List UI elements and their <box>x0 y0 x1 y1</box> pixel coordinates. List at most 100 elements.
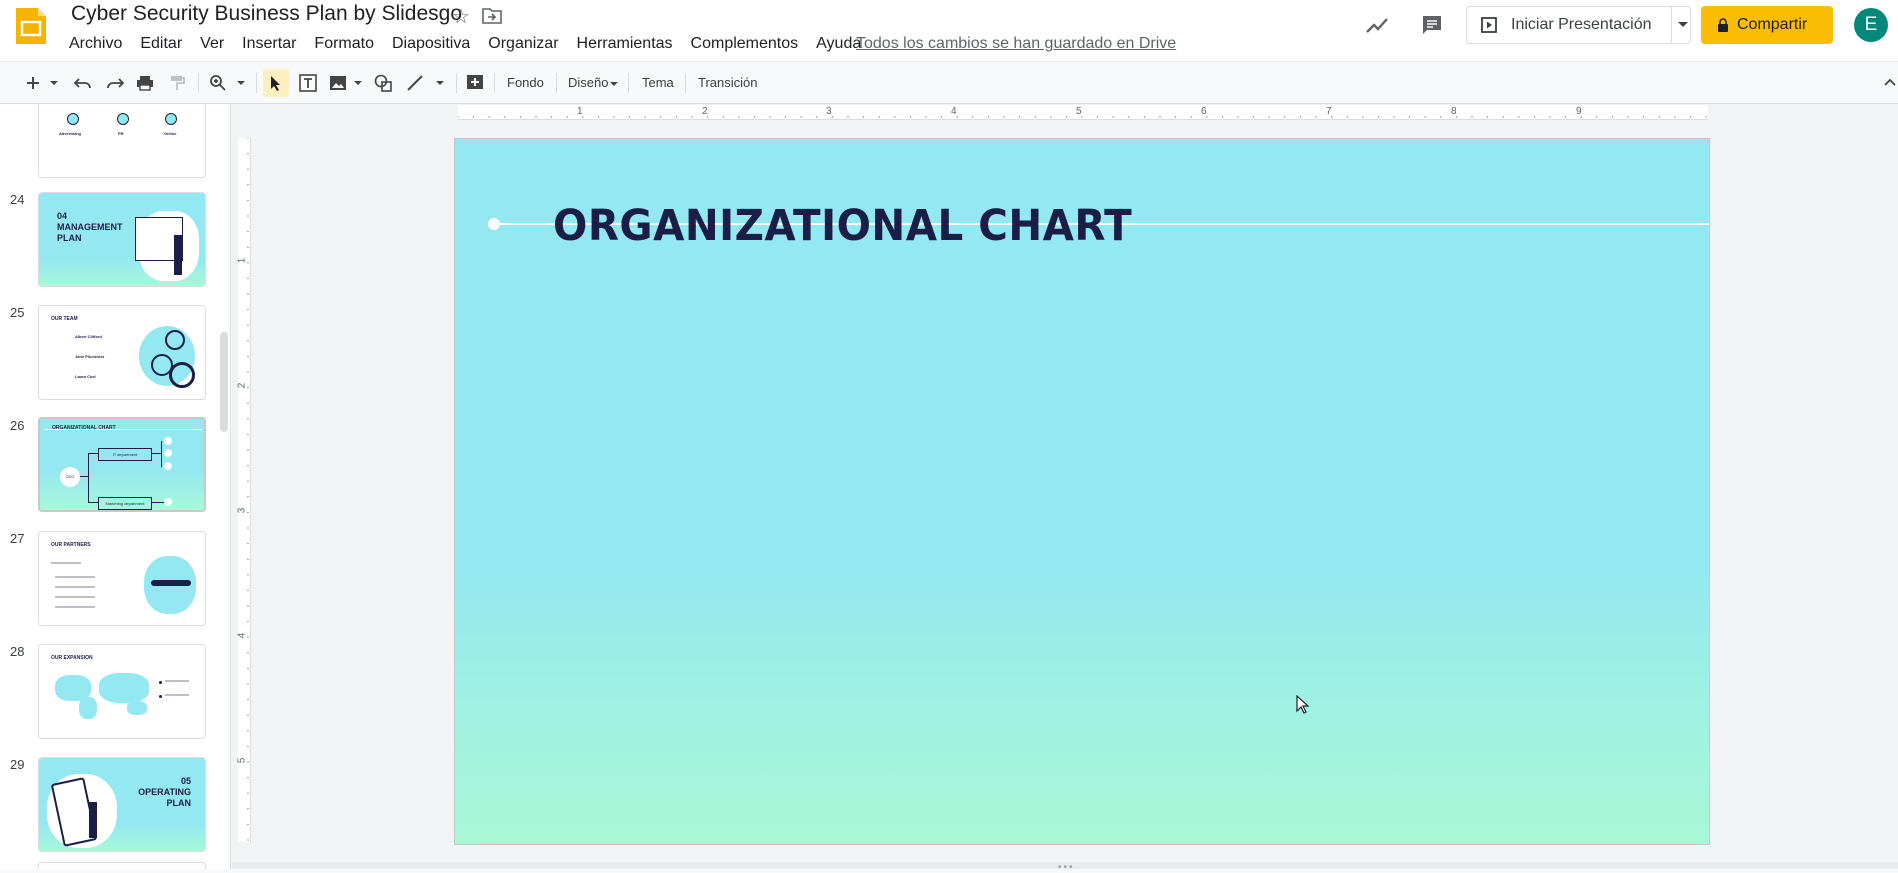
textbox-icon[interactable] <box>297 72 319 94</box>
comment-add-icon[interactable] <box>464 72 486 94</box>
select-tool-button[interactable] <box>263 69 289 97</box>
menu-complementos[interactable]: Complementos <box>682 33 808 55</box>
save-status-link[interactable]: Todos los cambios se han guardado en Dri… <box>856 33 1176 55</box>
lock-icon <box>1718 18 1728 32</box>
line-icon[interactable] <box>404 72 426 94</box>
menu-diapositiva[interactable]: Diapositiva <box>383 33 479 55</box>
slide-thumbnail-24[interactable]: 04 MANAGEMENT PLAN <box>38 192 206 287</box>
toolbar-divider <box>456 73 457 93</box>
star-icon[interactable]: ☆ <box>452 4 470 29</box>
shape-icon[interactable] <box>372 72 394 94</box>
paint-format-icon[interactable] <box>166 72 188 94</box>
slide-thumbnail[interactable]: Advertising PR Online <box>38 104 206 178</box>
vertical-ruler[interactable]: 1 2 3 4 5 <box>236 138 251 842</box>
slide-filmstrip: Advertising PR Online 24 04 MANAGEMENT P… <box>0 104 230 869</box>
ruler-label: 9 <box>1576 106 1582 117</box>
new-slide-caret-icon[interactable] <box>48 72 60 94</box>
thumb-text: Jane Pilchester <box>75 354 105 359</box>
filmstrip-scrollbar[interactable] <box>220 332 228 432</box>
filmstrip-divider <box>230 104 231 869</box>
thumb-title: OUR EXPANSION <box>51 655 93 661</box>
line-caret-icon[interactable] <box>434 72 446 94</box>
redo-icon[interactable] <box>104 72 126 94</box>
undo-icon[interactable] <box>72 72 94 94</box>
slide-thumbnail[interactable] <box>38 862 206 869</box>
ruler-ticks <box>458 116 1707 118</box>
transition-button[interactable]: Transición <box>698 75 757 90</box>
slide-thumbnail-29[interactable]: 05 OPERATING PLAN <box>38 757 206 852</box>
new-slide-icon[interactable] <box>22 72 44 94</box>
ruler-label: 8 <box>1451 106 1457 117</box>
background-button[interactable]: Fondo <box>507 75 544 90</box>
thumb-text: CEO <box>60 467 80 487</box>
thumb-text: IT department <box>98 448 152 461</box>
thumb-text: Marketing department <box>98 497 152 510</box>
image-icon[interactable] <box>327 72 349 94</box>
activity-trend-icon[interactable] <box>1365 15 1391 35</box>
thumb-text: Laura Chel <box>75 374 96 379</box>
layout-caret-icon[interactable] <box>609 73 619 95</box>
share-label: Compartir <box>1737 16 1808 33</box>
title-divider-dot[interactable] <box>488 218 500 230</box>
comments-icon[interactable] <box>1420 13 1444 37</box>
slide-title[interactable]: ORGANIZATIONAL CHART <box>553 201 1132 251</box>
thumb-label: Online <box>164 131 177 136</box>
ruler-ticks <box>247 138 249 841</box>
ruler-label: 6 <box>1201 106 1207 117</box>
select-icon <box>271 76 280 91</box>
share-button[interactable]: Compartir <box>1701 6 1833 44</box>
online-icon <box>165 113 177 125</box>
menu-archivo[interactable]: Archivo <box>60 33 131 55</box>
present-divider <box>1671 7 1672 43</box>
menu-formato[interactable]: Formato <box>305 33 383 55</box>
ruler-label: 5 <box>1076 106 1082 117</box>
slide-canvas[interactable]: ORGANIZATIONAL CHART <box>454 138 1710 845</box>
slide-number: 26 <box>10 418 25 433</box>
thumb-title: OUR TEAM <box>51 316 78 322</box>
toolbar-divider <box>628 73 629 93</box>
resize-handle-icon[interactable]: ••• <box>1058 862 1075 873</box>
pr-icon <box>117 113 129 125</box>
advertising-icon <box>67 113 79 125</box>
document-title[interactable]: Cyber Security Business Plan by Slidesgo <box>71 2 462 26</box>
slide-number: 28 <box>10 644 25 659</box>
title-bar: Cyber Security Business Plan by Slidesgo… <box>0 0 1898 61</box>
image-caret-icon[interactable] <box>352 72 364 94</box>
slide-thumbnail-25[interactable]: OUR TEAM Albert Clifford Jane Pilchester… <box>38 305 206 400</box>
thumb-label: Advertising <box>59 131 82 136</box>
slide-thumbnail-27[interactable]: OUR PARTNERS <box>38 531 206 626</box>
slide-number: 24 <box>10 192 25 207</box>
thumb-title: 05 <box>180 776 191 786</box>
present-label: Iniciar Presentación <box>1511 16 1652 33</box>
ruler-label: 1 <box>236 257 248 264</box>
thumb-title: 04 <box>57 211 68 221</box>
theme-button[interactable]: Tema <box>642 75 674 90</box>
ruler-label: 5 <box>236 757 248 764</box>
menu-herramientas[interactable]: Herramientas <box>568 33 682 55</box>
mouse-cursor-icon <box>1296 695 1310 714</box>
thumb-title: OUR PARTNERS <box>51 542 91 548</box>
present-button[interactable]: Iniciar Presentación <box>1467 7 1671 43</box>
account-avatar[interactable]: E <box>1854 8 1888 42</box>
horizontal-ruler[interactable]: 1 2 3 4 5 6 7 8 9 <box>458 105 1708 120</box>
layout-button[interactable]: Diseño <box>568 75 608 90</box>
thumb-label: PR <box>118 131 124 136</box>
zoom-caret-icon[interactable] <box>235 72 247 94</box>
slide-thumbnail-28[interactable]: OUR EXPANSION <box>38 644 206 739</box>
menu-editar[interactable]: Editar <box>131 33 191 55</box>
ruler-label: 4 <box>951 106 957 117</box>
slide-thumbnail-26[interactable]: ORGANIZATIONAL CHART CEO IT department M… <box>38 417 206 512</box>
present-dropdown-caret-icon[interactable] <box>1678 22 1688 27</box>
slides-logo-icon[interactable] <box>14 6 48 46</box>
menu-insertar[interactable]: Insertar <box>233 33 305 55</box>
print-icon[interactable] <box>134 72 156 94</box>
toolbar-divider <box>494 73 495 93</box>
thumb-text: Albert Clifford <box>75 334 102 339</box>
move-to-folder-icon[interactable] <box>482 6 502 24</box>
thumb-title: MANAGEMENT <box>57 222 123 232</box>
menu-ver[interactable]: Ver <box>191 33 233 55</box>
ruler-label: 3 <box>236 507 248 514</box>
collapse-menus-icon[interactable] <box>1884 78 1896 86</box>
zoom-icon[interactable] <box>207 72 229 94</box>
menu-organizar[interactable]: Organizar <box>479 33 567 55</box>
